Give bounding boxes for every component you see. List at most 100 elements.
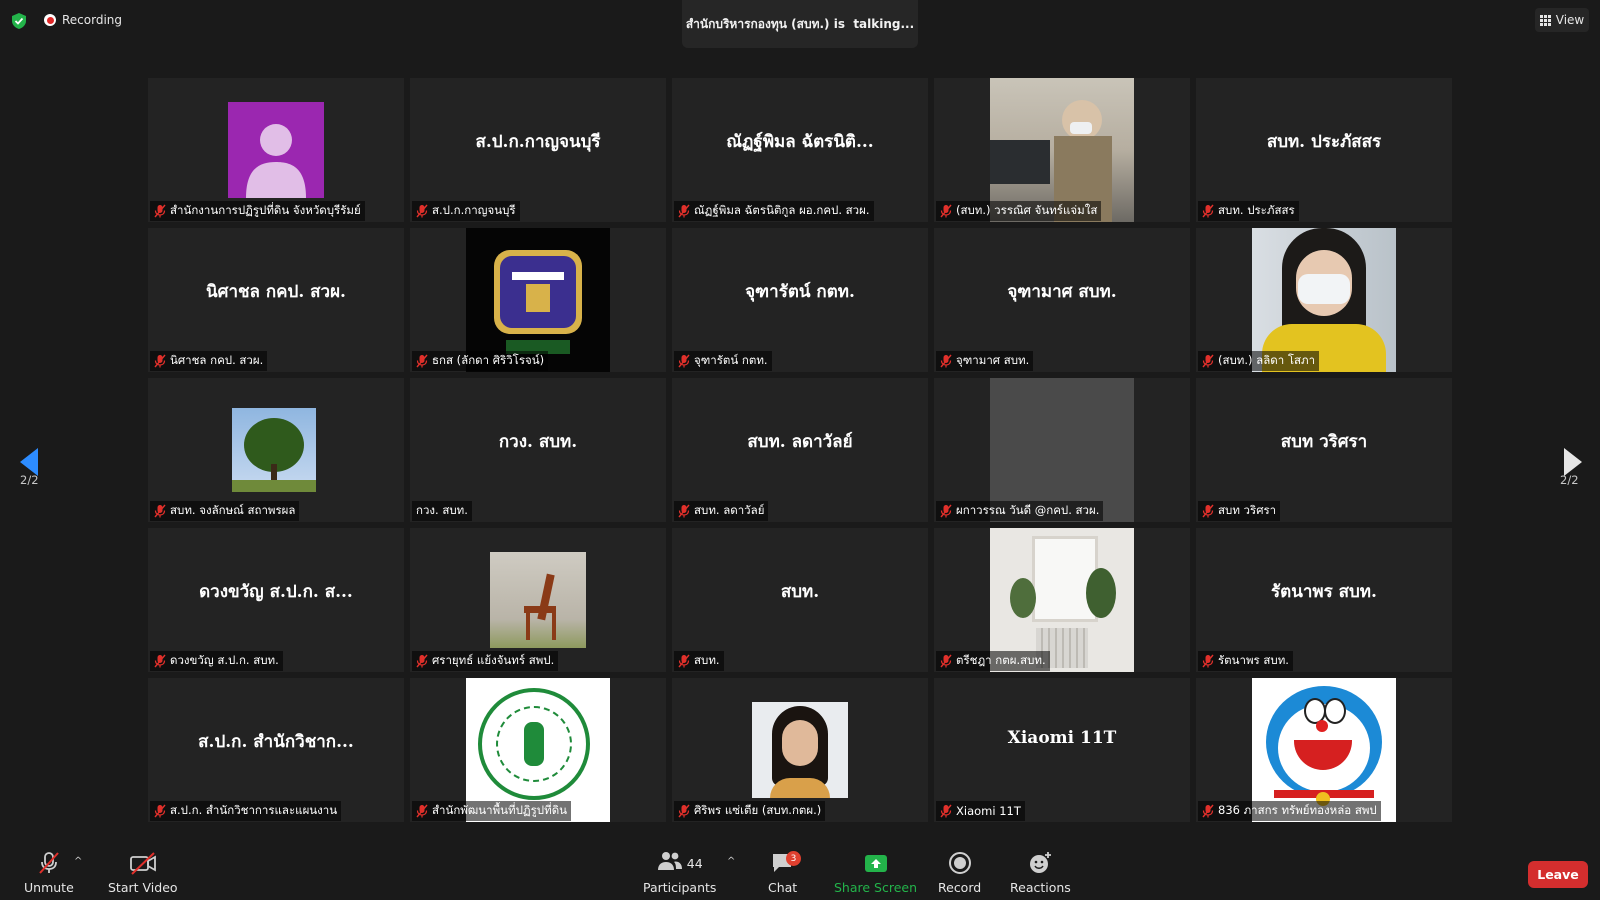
participant-tile[interactable]: รัตนาพร สบท. รัตนาพร สบท. <box>1196 528 1452 672</box>
participant-tile[interactable]: ณัฏฐ์พิมล ฉัตรนิติ... ณัฏฐ์พิมล ฉัตรนิติก… <box>672 78 928 222</box>
mic-muted-icon <box>1202 654 1214 668</box>
share-screen-button[interactable]: Share Screen <box>834 850 917 895</box>
participant-display-name: สบท วริศรา <box>1280 432 1368 452</box>
participant-name: Xiaomi 11T <box>956 804 1021 818</box>
mic-muted-icon <box>154 654 166 668</box>
chat-label: Chat <box>768 880 798 895</box>
mic-muted-icon <box>154 354 166 368</box>
participant-name-label: นิศาชล กคป. สวผ. <box>150 351 268 371</box>
start-video-button[interactable]: Start Video <box>108 850 178 895</box>
participant-tile[interactable]: ศรายุทธ์ แย้งจันทร์ สพป. <box>410 528 666 672</box>
participant-display-name: สบท. ลดาวัลย์ <box>747 432 853 452</box>
mic-muted-icon <box>416 204 428 218</box>
mic-muted-icon <box>678 354 690 368</box>
participant-name: ศิริพร แซ่เตีย (สบท.กตผ.) <box>694 803 822 817</box>
record-icon <box>948 852 971 874</box>
participant-tile[interactable]: Xiaomi 11T Xiaomi 11T <box>934 678 1190 822</box>
participant-tile[interactable]: สบท. ประภัสสร สบท. ประภัสสร <box>1196 78 1452 222</box>
view-button[interactable]: View <box>1535 8 1589 32</box>
participant-tile[interactable]: ศิริพร แซ่เตีย (สบท.กตผ.) <box>672 678 928 822</box>
participant-name: สำนักงานการปฏิรูปที่ดิน จังหวัดบุรีรัมย์ <box>170 203 361 217</box>
participant-tile[interactable]: ส.ป.ก.กาญจนบุรี ส.ป.ก.กาญจนบุรี <box>410 78 666 222</box>
participant-name-label: สบท. จงลักษณ์ สถาพรผล <box>150 501 300 521</box>
participant-tile[interactable]: สบท. ลดาวัลย์ สบท. ลดาวัลย์ <box>672 378 928 522</box>
participant-display-name: ดวงขวัญ ส.ป.ก. ส... <box>199 582 353 602</box>
active-speaker-banner: สำนักบริหารกองทุน (สบท.) is talking... <box>682 0 918 48</box>
participant-name: สบท. จงลักษณ์ สถาพรผล <box>170 503 296 517</box>
participant-tile[interactable]: กวง. สบท. กวง. สบท. <box>410 378 666 522</box>
participant-tile[interactable]: ผกาวรรณ วันดี @กคป. สวผ. <box>934 378 1190 522</box>
mic-muted-icon <box>154 204 166 218</box>
mic-muted-icon <box>154 504 166 518</box>
participant-display-name: ณัฏฐ์พิมล ฉัตรนิติ... <box>726 132 874 152</box>
participant-name-label: (สบท.) วรรณิศ จันทร์แจ่มใส <box>936 201 1102 221</box>
participant-tile[interactable]: (สบท.) ลลิดา โสภา <box>1196 228 1452 372</box>
participant-tile[interactable]: นิศาชล กคป. สวผ. นิศาชล กคป. สวผ. <box>148 228 404 372</box>
participant-name: สบท. <box>694 653 720 667</box>
mic-muted-icon <box>940 204 952 218</box>
participant-name: ดวงขวัญ ส.ป.ก. สบท. <box>170 653 279 667</box>
participant-name-label: สบท. ประภัสสร <box>1198 201 1299 221</box>
mic-muted-icon <box>1202 504 1214 518</box>
mic-muted-icon <box>678 654 690 668</box>
participant-name: กวง. สบท. <box>416 503 468 517</box>
mic-muted-icon <box>940 504 952 518</box>
audio-options-caret-icon[interactable]: ^ <box>74 856 82 867</box>
participant-tile[interactable]: สำนักพัฒนาพื้นที่ปฏิรูปที่ดิน <box>410 678 666 822</box>
leave-button[interactable]: Leave <box>1528 861 1588 888</box>
video-camera-off-icon <box>129 852 156 875</box>
unmute-button[interactable]: Unmute <box>24 850 74 895</box>
participant-name-label: สบท. ลดาวัลย์ <box>674 501 769 521</box>
page-indicator-left: 2/2 <box>20 473 39 487</box>
participant-name-label: สบท วริศรา <box>1198 501 1281 521</box>
chat-unread-badge: 3 <box>786 851 801 866</box>
participant-tile[interactable]: 836 ภาสกร ทรัพย์ทองหล่อ สพป <box>1196 678 1452 822</box>
recording-indicator[interactable]: Recording <box>44 13 122 27</box>
unmute-label: Unmute <box>24 880 74 895</box>
grid-view-icon <box>1539 14 1551 26</box>
participant-name-label: 836 ภาสกร ทรัพย์ทองหล่อ สพป <box>1198 801 1381 821</box>
reactions-button[interactable]: Reactions <box>1010 850 1071 895</box>
participant-name: ตรีชฎา กตผ.สบท. <box>956 653 1046 667</box>
microphone-muted-icon <box>39 852 59 874</box>
participants-button[interactable]: 44 Participants <box>643 850 716 895</box>
participant-tile[interactable]: สบท วริศรา สบท วริศรา <box>1196 378 1452 522</box>
participants-icon <box>657 852 682 870</box>
participant-name: ส.ป.ก.กาญจนบุรี <box>432 203 516 217</box>
participants-label: Participants <box>643 880 717 895</box>
participant-name-label: ณัฏฐ์พิมล ฉัตรนิติกูล ผอ.กคป. สวผ. <box>674 201 874 221</box>
participant-name-label: ดวงขวัญ ส.ป.ก. สบท. <box>150 651 283 671</box>
participant-name: จุฑารัตน์ กตท. <box>694 353 768 367</box>
participant-display-name: รัตนาพร สบท. <box>1271 582 1377 602</box>
participant-tile[interactable]: (สบท.) วรรณิศ จันทร์แจ่มใส <box>934 78 1190 222</box>
participant-display-name: Xiaomi 11T <box>1007 728 1117 748</box>
participant-tile[interactable]: จุฑามาศ สบท. จุฑามาศ สบท. <box>934 228 1190 372</box>
meeting-toolbar <box>0 840 1600 900</box>
security-shield-icon[interactable] <box>10 12 28 30</box>
participant-name-label: ศรายุทธ์ แย้งจันทร์ สพป. <box>412 651 559 671</box>
participant-name: (สบท.) วรรณิศ จันทร์แจ่มใส <box>956 203 1098 217</box>
participant-tile[interactable]: ส.ป.ก. สำนักวิชาก... ส.ป.ก. สำนักวิชาการแ… <box>148 678 404 822</box>
participant-tile[interactable]: สบท. สบท. <box>672 528 928 672</box>
participant-tile[interactable]: ธกส (ลักดา ศิริวิโรจน์) <box>410 228 666 372</box>
participant-tile[interactable]: จุฑารัตน์ กตท. จุฑารัตน์ กตท. <box>672 228 928 372</box>
participant-name: ส.ป.ก. สำนักวิชาการและแผนงาน <box>170 803 338 817</box>
active-speaker-suffix: is talking... <box>829 17 915 31</box>
record-label: Record <box>938 880 982 895</box>
mic-muted-icon <box>678 504 690 518</box>
participant-tile[interactable]: สบท. จงลักษณ์ สถาพรผล <box>148 378 404 522</box>
share-screen-label: Share Screen <box>834 880 918 895</box>
participant-tile[interactable]: ดวงขวัญ ส.ป.ก. ส... ดวงขวัญ ส.ป.ก. สบท. <box>148 528 404 672</box>
participant-name: (สบท.) ลลิดา โสภา <box>1218 353 1316 367</box>
top-bar: Recording สำนักบริหารกองทุน (สบท.) is ta… <box>0 0 1600 50</box>
participant-name-label: จุฑารัตน์ กตท. <box>674 351 772 371</box>
participant-name: สบท. ลดาวัลย์ <box>694 503 765 517</box>
participant-display-name: จุฑามาศ สบท. <box>1007 282 1117 302</box>
mic-muted-icon <box>416 804 428 818</box>
participant-tile[interactable]: สำนักงานการปฏิรูปที่ดิน จังหวัดบุรีรัมย์ <box>148 78 404 222</box>
record-button[interactable]: Record <box>938 850 981 895</box>
participant-tile[interactable]: ตรีชฎา กตผ.สบท. <box>934 528 1190 672</box>
participant-display-name: จุฑารัตน์ กตท. <box>745 282 855 302</box>
participants-options-caret-icon[interactable]: ^ <box>727 856 735 867</box>
mic-muted-icon <box>1202 804 1214 818</box>
